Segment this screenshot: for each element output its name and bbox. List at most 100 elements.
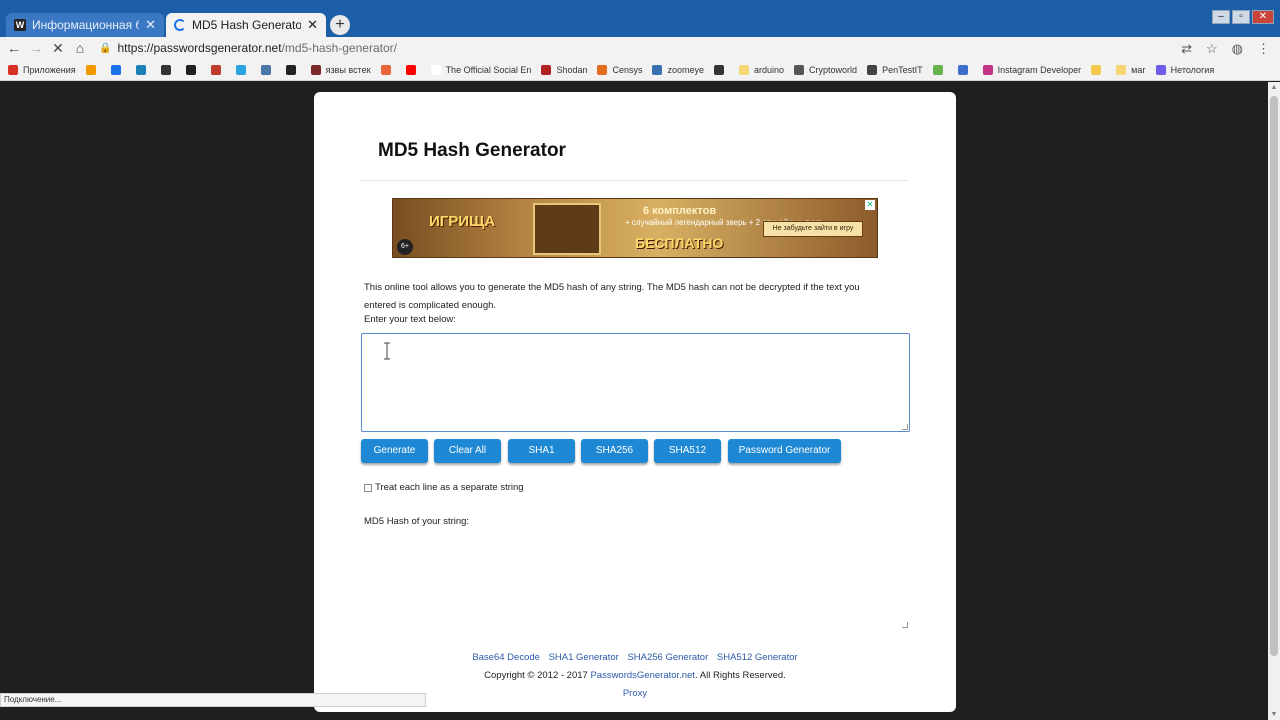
minimize-icon[interactable]: – [1212,10,1230,24]
stop-loading-icon[interactable]: ✕ [47,40,69,57]
bookmark-favicon-icon [430,64,441,75]
text-cursor-icon [384,342,390,360]
bookmark-label: язвы встек [325,64,371,75]
bookmark-favicon-icon [235,64,246,75]
bookmark-favicon-icon [85,64,96,75]
star-bookmark-icon[interactable]: ☆ [1206,41,1218,57]
ad-promo-line3: БЕСПЛАТНО [635,235,724,251]
bookmark-item[interactable] [135,64,151,75]
translate-icon[interactable]: ⇄ [1181,41,1192,57]
bookmark-item[interactable] [235,64,251,75]
bookmark-favicon-icon [1091,64,1102,75]
bookmark-favicon-icon [185,64,196,75]
bookmark-label: Shodan [556,64,588,75]
footer-link-sha512-generator[interactable]: SHA512 Generator [717,652,798,663]
maximize-icon[interactable]: ▫ [1232,10,1250,24]
extension-icon[interactable]: ◍ [1232,41,1243,57]
bookmark-item[interactable]: zoomeye [652,64,704,75]
advertisement-banner[interactable]: 6+ ИГРИЩА 6 комплектов + случайный леген… [392,198,878,258]
bookmark-favicon-icon [405,64,416,75]
bookmark-item[interactable]: Shodan [541,64,588,75]
close-tab-icon[interactable]: ✕ [307,17,318,33]
bookmark-item[interactable] [185,64,201,75]
ad-promo-line1: 6 комплектов [643,205,717,217]
tab-infosec[interactable]: W Информационная безопасност ✕ [6,13,164,37]
password-generator-button[interactable]: Password Generator [728,439,841,463]
bookmark-apps[interactable]: Приложения [8,64,76,75]
clear-all-button[interactable]: Clear All [434,439,501,463]
bookmark-favicon-icon [285,64,296,75]
bookmark-label: Censys [612,64,643,75]
sha1-button[interactable]: SHA1 [508,439,575,463]
menu-kebab-icon[interactable]: ⋮ [1257,41,1270,57]
copyright-site-link[interactable]: PasswordsGenerator.net [590,670,695,681]
text-input-area[interactable] [361,333,910,432]
bookmark-item[interactable]: язвы встек [310,64,371,75]
resize-grip-icon[interactable] [902,424,908,430]
bookmark-item[interactable] [160,64,176,75]
scroll-down-icon[interactable]: ▼ [1270,711,1278,718]
page-title: MD5 Hash Generator [378,140,566,161]
bookmark-item[interactable]: маг [1116,64,1146,75]
bookmark-favicon-icon [957,64,968,75]
bookmark-favicon-icon [310,64,321,75]
result-label: MD5 Hash of your string: [364,516,470,527]
bookmark-favicon-icon [541,64,552,75]
address-bar[interactable]: 🔒 https://passwordsgenerator.net/md5-has… [99,38,1179,58]
tab-md5-generator[interactable]: MD5 Hash Generator Online ✕ [166,13,326,37]
back-arrow-icon[interactable]: ← [3,40,25,56]
bookmark-item[interactable] [1091,64,1106,75]
scroll-up-icon[interactable]: ▲ [1270,84,1278,91]
proxy-link[interactable]: Proxy [623,688,647,699]
result-output-area[interactable] [360,530,910,630]
forward-arrow-icon[interactable]: → [25,40,47,56]
lock-icon[interactable]: 🔒 [99,43,111,54]
bookmark-favicon-icon [1155,64,1166,75]
bookmark-item[interactable]: The Official Social En [430,64,531,75]
ad-cta-button[interactable]: Не забудьте зайти в игру [763,221,863,237]
bookmark-item[interactable] [210,64,226,75]
bookmark-item[interactable]: arduino [739,64,784,75]
bookmark-item[interactable]: Instagram Developer [982,64,1081,75]
sha256-button[interactable]: SHA256 [581,439,648,463]
home-icon[interactable]: ⌂ [69,40,91,56]
input-label: Enter your text below: [364,314,456,325]
footer-link-sha1-generator[interactable]: SHA1 Generator [549,652,619,663]
footer-link-base64-decode[interactable]: Base64 Decode [472,652,540,663]
bookmark-item[interactable] [405,64,421,75]
bookmark-item[interactable] [110,64,126,75]
bookmark-item[interactable]: PenTestIT [867,64,923,75]
sha512-button[interactable]: SHA512 [654,439,721,463]
bookmark-item[interactable] [380,64,396,75]
bookmark-favicon-icon [932,64,943,75]
tab-title: Информационная безопасност [32,18,140,32]
browser-tabstrip: W Информационная безопасност ✕ MD5 Hash … [0,0,1280,37]
bookmark-item[interactable] [932,64,948,75]
new-tab-button[interactable]: + [330,15,350,35]
generate-button[interactable]: Generate [361,439,428,463]
age-rating-badge: 6+ [397,239,413,255]
bookmark-item[interactable]: Нетология [1155,64,1214,75]
close-tab-icon[interactable]: ✕ [145,17,156,33]
bookmark-favicon-icon [110,64,121,75]
bookmark-item[interactable] [285,64,301,75]
separate-lines-option[interactable]: Treat each line as a separate string [364,482,524,493]
scrollbar-thumb[interactable] [1270,96,1278,656]
bookmark-item[interactable] [260,64,276,75]
page-scrollbar[interactable]: ▲ ▼ [1268,82,1280,720]
resize-grip-icon[interactable] [902,622,908,628]
ad-close-icon[interactable]: ✕ [865,200,875,210]
bookmark-favicon-icon [739,64,750,75]
copyright-suffix: . All Rights Reserved. [695,670,786,681]
bookmark-item[interactable] [85,64,101,75]
bookmark-item[interactable] [957,64,973,75]
bookmark-item[interactable]: Censys [597,64,643,75]
bookmark-item[interactable] [714,64,729,75]
tab-title: MD5 Hash Generator Online [192,18,302,32]
window-close-icon[interactable]: ✕ [1252,10,1274,24]
separate-lines-checkbox[interactable] [364,483,372,492]
bookmark-favicon-icon [1116,64,1127,75]
bookmark-label: Cryptoworld [809,64,858,75]
footer-link-sha256-generator[interactable]: SHA256 Generator [627,652,708,663]
bookmark-item[interactable]: Cryptoworld [794,64,858,75]
